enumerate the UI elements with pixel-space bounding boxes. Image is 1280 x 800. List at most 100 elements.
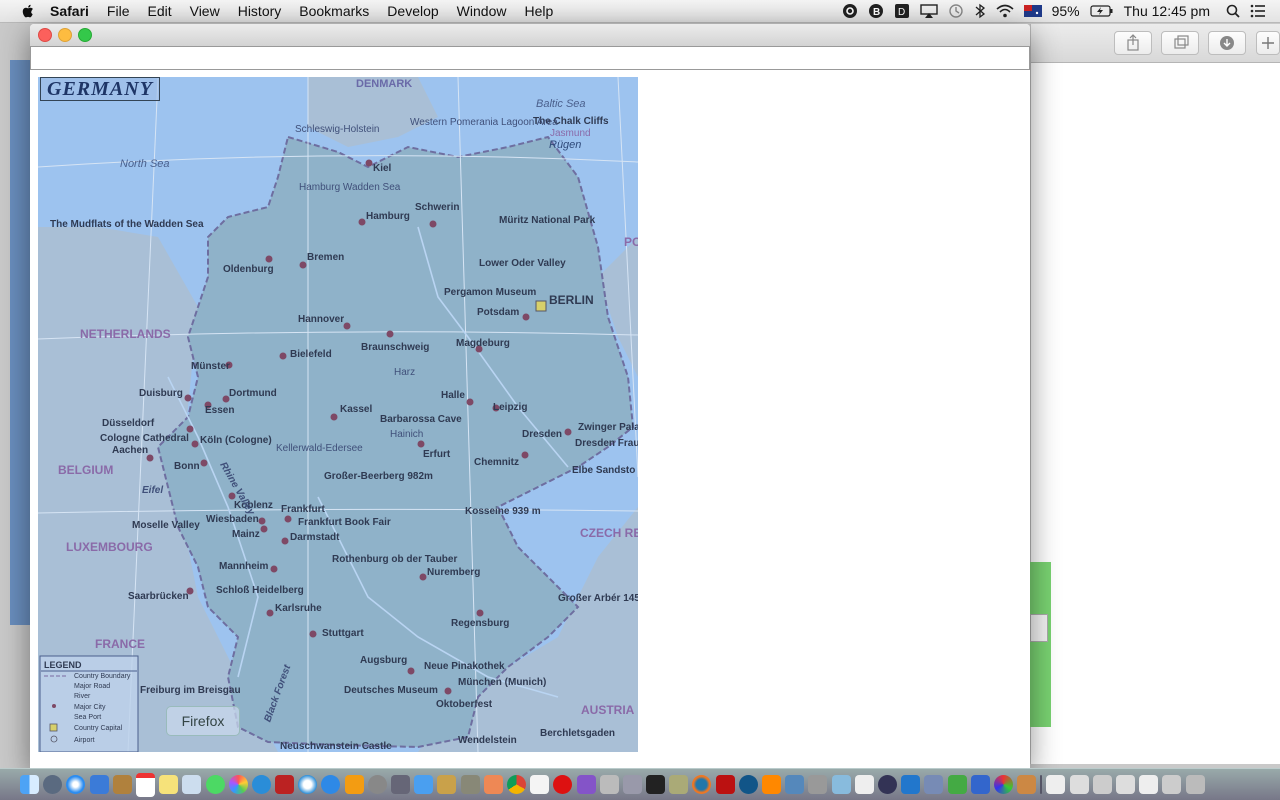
palette-icon[interactable] bbox=[1017, 775, 1037, 794]
mail-icon[interactable] bbox=[599, 775, 619, 794]
paint-icon[interactable] bbox=[483, 775, 503, 794]
ftp-icon[interactable] bbox=[738, 775, 758, 794]
filezilla-icon[interactable] bbox=[715, 775, 735, 794]
label-hainich: Hainich bbox=[390, 429, 423, 440]
swift-icon[interactable] bbox=[970, 775, 990, 794]
bluetooth-icon[interactable] bbox=[974, 3, 986, 19]
input-source-flag-icon[interactable] bbox=[1023, 5, 1042, 17]
harp-icon[interactable] bbox=[437, 775, 457, 794]
photo-booth-icon[interactable] bbox=[275, 775, 295, 794]
share-button[interactable] bbox=[1114, 31, 1152, 55]
menu-help[interactable]: Help bbox=[524, 3, 553, 19]
stack4-icon[interactable] bbox=[1116, 775, 1135, 794]
app-store-badge-icon[interactable] bbox=[89, 775, 109, 794]
tools-icon[interactable] bbox=[391, 775, 410, 794]
chrome-icon[interactable] bbox=[506, 775, 526, 794]
tabs-overview-button[interactable] bbox=[1161, 31, 1199, 55]
trash-icon[interactable] bbox=[1185, 775, 1205, 794]
menu-edit[interactable]: Edit bbox=[147, 3, 171, 19]
gimp-icon[interactable] bbox=[460, 775, 480, 794]
clock[interactable]: Thu 12:45 pm bbox=[1124, 3, 1210, 19]
window-titlebar[interactable] bbox=[30, 24, 1030, 47]
notification-center-icon[interactable] bbox=[1250, 4, 1266, 18]
calendar-icon[interactable] bbox=[135, 772, 155, 797]
spotlight-icon[interactable] bbox=[1226, 4, 1240, 18]
label-wendelstein: Wendelstein bbox=[458, 735, 517, 746]
app-store-icon[interactable] bbox=[321, 775, 341, 794]
label-karlsruhe: Karlsruhe bbox=[275, 603, 322, 614]
label-lower-oder: Lower Oder Valley bbox=[479, 258, 566, 269]
close-button[interactable] bbox=[38, 28, 52, 42]
downloads-stack-icon[interactable] bbox=[1046, 775, 1066, 794]
facetime-icon[interactable] bbox=[251, 775, 271, 794]
vlc-icon[interactable] bbox=[762, 775, 781, 794]
new-tab-button[interactable] bbox=[1256, 31, 1280, 55]
background-small-window bbox=[1030, 614, 1048, 642]
notes-icon[interactable] bbox=[159, 775, 179, 794]
zoom-button[interactable] bbox=[78, 28, 92, 42]
box-icon[interactable] bbox=[831, 775, 851, 794]
menu-view[interactable]: View bbox=[190, 3, 220, 19]
battery-percent[interactable]: 95% bbox=[1052, 3, 1080, 19]
label-berchtesgaden: Berchletsgaden bbox=[540, 728, 615, 739]
label-wiesbaden: Wiesbaden bbox=[206, 514, 259, 525]
finder-icon[interactable] bbox=[20, 775, 39, 794]
menu-bookmarks[interactable]: Bookmarks bbox=[299, 3, 369, 19]
app-menu[interactable]: Safari bbox=[50, 3, 89, 19]
opera-icon[interactable] bbox=[553, 775, 573, 794]
background-toolbar bbox=[1031, 24, 1280, 63]
monitor-icon[interactable] bbox=[785, 775, 805, 794]
minimize-button[interactable] bbox=[58, 28, 72, 42]
status-a-icon[interactable] bbox=[842, 3, 858, 19]
preview-icon[interactable] bbox=[182, 775, 202, 794]
label-darmstadt: Darmstadt bbox=[290, 532, 340, 543]
messages-icon[interactable] bbox=[205, 775, 225, 794]
system-preferences-icon[interactable] bbox=[367, 775, 387, 794]
launchpad-icon[interactable] bbox=[43, 775, 63, 794]
terminal-icon[interactable] bbox=[646, 775, 666, 794]
bbedit-icon[interactable] bbox=[877, 775, 897, 794]
menu-history[interactable]: History bbox=[238, 3, 282, 19]
apple-menu-icon[interactable] bbox=[20, 3, 36, 19]
address-bar[interactable] bbox=[30, 46, 1030, 70]
menu-develop[interactable]: Develop bbox=[387, 3, 438, 19]
label-arber: Großer Arbér 1456 m bbox=[558, 593, 638, 604]
label-belgium: BELGIUM bbox=[58, 463, 113, 477]
star-icon[interactable] bbox=[576, 775, 596, 794]
notes-book-icon[interactable] bbox=[112, 775, 132, 794]
firefox-icon[interactable] bbox=[692, 775, 712, 794]
textedit-icon[interactable] bbox=[854, 775, 874, 794]
menu-window[interactable]: Window bbox=[457, 3, 507, 19]
status-c-icon[interactable]: D bbox=[894, 3, 910, 19]
downloads-button[interactable] bbox=[1208, 31, 1246, 55]
colors-icon[interactable] bbox=[993, 775, 1013, 794]
safari-icon[interactable] bbox=[66, 775, 86, 794]
tools2-icon[interactable] bbox=[669, 775, 689, 794]
screenshot-stack-icon[interactable] bbox=[1069, 775, 1089, 794]
virtualbox-icon[interactable] bbox=[901, 775, 921, 794]
folder-icon[interactable] bbox=[414, 775, 434, 794]
photos-icon[interactable] bbox=[228, 775, 248, 794]
bird-icon[interactable] bbox=[947, 775, 967, 794]
label-erfurt: Erfurt bbox=[423, 449, 451, 460]
itunes-icon[interactable] bbox=[298, 775, 318, 794]
network-icon[interactable] bbox=[622, 775, 642, 794]
stack5-icon[interactable] bbox=[1139, 775, 1159, 794]
menu-file[interactable]: File bbox=[107, 3, 130, 19]
label-hamburg-wadden: Hamburg Wadden Sea bbox=[299, 182, 401, 193]
stack6-icon[interactable] bbox=[1162, 775, 1182, 794]
legend-title: LEGEND bbox=[44, 660, 82, 670]
php-icon[interactable] bbox=[924, 775, 944, 794]
label-moselle: Moselle Valley bbox=[132, 520, 200, 531]
label-frankfurt-book-fair: Frankfurt Book Fair bbox=[298, 517, 391, 528]
stack3-icon[interactable] bbox=[1092, 775, 1112, 794]
time-machine-icon[interactable] bbox=[948, 3, 964, 19]
airplay-icon[interactable] bbox=[919, 4, 938, 18]
ibooks-icon[interactable] bbox=[344, 775, 364, 794]
wifi-icon[interactable] bbox=[996, 4, 1014, 18]
status-b-icon[interactable]: B bbox=[868, 3, 884, 19]
document-icon[interactable] bbox=[530, 775, 550, 794]
help-icon[interactable] bbox=[808, 775, 828, 794]
battery-icon[interactable] bbox=[1090, 5, 1114, 17]
label-koln: Köln (Cologne) bbox=[200, 435, 272, 446]
